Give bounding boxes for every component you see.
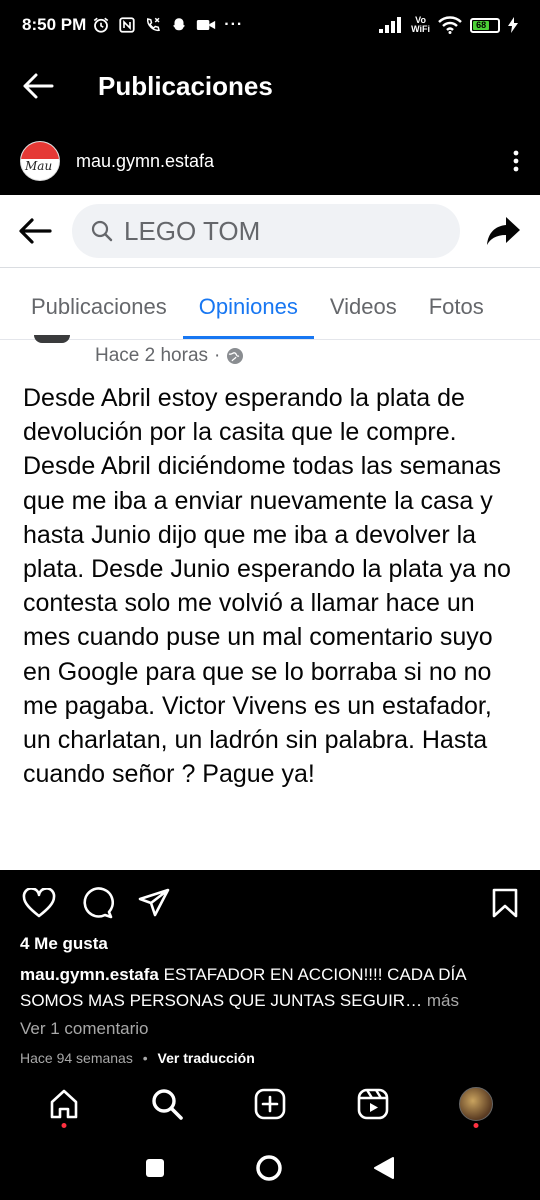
- alarm-icon: [94, 17, 109, 33]
- fb-back-arrow-icon: [19, 218, 52, 244]
- page-title: Publicaciones: [98, 70, 273, 101]
- status-system-icons: Vo WiFi 68: [379, 16, 518, 34]
- globe-icon: [227, 348, 244, 364]
- profile-notification-dot: [473, 1123, 479, 1128]
- add-post-icon: [254, 1088, 286, 1120]
- fb-search-bar-row: LEGO TOM: [0, 195, 540, 267]
- nfc-icon: [119, 17, 135, 33]
- status-time: 8:50 PM: [22, 15, 87, 34]
- share-arrow-icon: [487, 217, 520, 245]
- fb-tab-publicaciones: Publicaciones: [31, 294, 167, 319]
- fb-post-meta: Hace 2 horas ·: [95, 345, 244, 367]
- author-avatar[interactable]: Mau: [20, 141, 60, 181]
- signal-icon: [379, 17, 402, 33]
- comment-icon[interactable]: [80, 887, 114, 919]
- author-username[interactable]: mau.gymn.estafa: [76, 151, 214, 172]
- post-image[interactable]: LEGO TOM Publicaciones Opiniones Videos …: [0, 195, 540, 870]
- fb-meta-separator: ·: [214, 345, 221, 366]
- snapchat-icon: [173, 18, 186, 31]
- back-triangle-icon[interactable]: [373, 1156, 395, 1180]
- status-bar: 8:50 PM ··· Vo WiFi 68: [0, 0, 540, 50]
- video-camera-icon: [197, 20, 216, 30]
- status-notification-icons: ···: [92, 16, 243, 34]
- battery-level: 68: [473, 20, 490, 30]
- search-icon: [152, 1089, 183, 1120]
- profile-avatar: [459, 1087, 494, 1121]
- post-action-bar: [0, 878, 540, 928]
- post-timestamp-row: Hace 94 semanas • Ver traducción: [20, 1050, 255, 1066]
- vowifi-icon: Vo WiFi: [411, 16, 430, 34]
- fb-tab-bar: Publicaciones Opiniones Videos Fotos: [0, 275, 540, 339]
- heart-icon[interactable]: [22, 888, 56, 918]
- vowifi-line2: WiFi: [411, 24, 430, 34]
- back-arrow-icon[interactable]: [22, 72, 54, 100]
- caption-more-link[interactable]: más: [427, 991, 459, 1010]
- more-notifications-icon: ···: [224, 16, 244, 33]
- nav-home[interactable]: [40, 1080, 88, 1128]
- share-icon[interactable]: [138, 888, 170, 918]
- fb-tabs-underline: [0, 339, 540, 340]
- bookmark-icon[interactable]: [492, 888, 518, 918]
- nav-reels[interactable]: [349, 1080, 397, 1128]
- more-options-icon[interactable]: [512, 149, 520, 173]
- nav-search[interactable]: [143, 1080, 191, 1128]
- fb-tab-videos: Videos: [329, 294, 397, 319]
- top-app-bar: Publicaciones: [0, 50, 540, 122]
- see-translation-link[interactable]: Ver traducción: [158, 1050, 255, 1066]
- charging-bolt-icon: [508, 17, 518, 33]
- home-icon: [50, 1089, 77, 1119]
- nav-profile[interactable]: [452, 1080, 500, 1128]
- fb-review-text: Desde Abril estoy esperando la plata de …: [23, 384, 511, 789]
- android-system-nav: [0, 1136, 540, 1200]
- caption-username[interactable]: mau.gymn.estafa: [20, 965, 159, 984]
- view-comments-link[interactable]: Ver 1 comentario: [20, 1019, 149, 1039]
- post-author-row: Mau mau.gymn.estafa: [0, 132, 540, 190]
- avatar-logo-text: Mau: [25, 159, 53, 173]
- timestamp-separator: •: [142, 1050, 148, 1066]
- recent-apps-icon[interactable]: [145, 1158, 165, 1178]
- post-time-ago: Hace 94 semanas: [20, 1050, 133, 1066]
- search-icon: [91, 220, 113, 242]
- fb-divider: [0, 267, 540, 268]
- fb-search-query: LEGO TOM: [124, 215, 261, 246]
- fb-tab-fotos: Fotos: [428, 294, 484, 319]
- battery-icon: 68: [470, 17, 500, 33]
- reviewer-avatar: [34, 335, 70, 343]
- wifi-icon: [438, 16, 462, 34]
- fb-search-field: LEGO TOM: [72, 204, 460, 258]
- home-circle-icon[interactable]: [255, 1154, 283, 1182]
- fb-post-time: Hace 2 horas: [95, 345, 209, 366]
- bottom-navigation: [0, 1074, 540, 1134]
- reels-icon: [357, 1088, 389, 1120]
- post-caption: mau.gymn.estafa ESTAFADOR EN ACCION!!!! …: [20, 962, 520, 1014]
- home-notification-dot: [61, 1123, 67, 1128]
- fb-tab-opiniones: Opiniones: [182, 275, 314, 339]
- missed-call-icon: [147, 17, 161, 32]
- nav-create[interactable]: [246, 1080, 294, 1128]
- likes-count[interactable]: 4 Me gusta: [20, 934, 108, 954]
